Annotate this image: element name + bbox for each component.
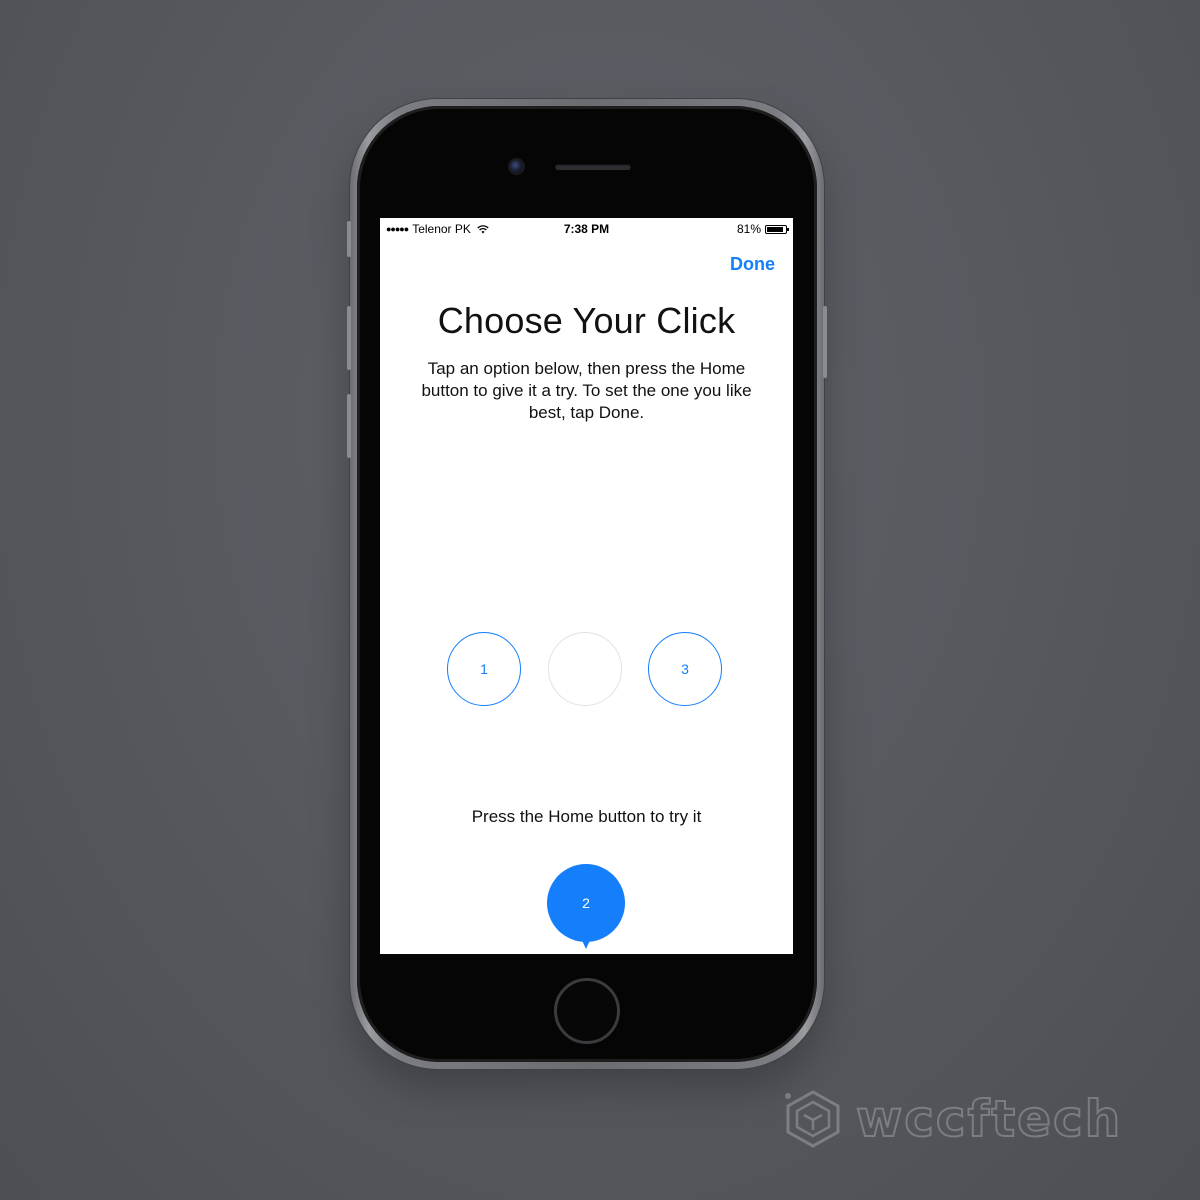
click-option-2[interactable] [548,632,622,706]
status-bar: ●●●●● Telenor PK 7:38 PM 81% [380,218,793,240]
volume-up-button [347,306,351,370]
watermark-text: wccftech [855,1089,1123,1149]
click-option-3[interactable]: 3 [648,632,722,706]
battery-icon [765,224,789,234]
front-camera-icon [510,160,523,173]
battery-percent: 81% [736,222,761,236]
selected-option-bubble: 2 [547,864,625,942]
done-button[interactable]: Done [730,254,775,275]
home-button[interactable] [554,978,620,1044]
bubble-pointer [580,936,592,949]
battery-fill [767,226,784,232]
click-option-1[interactable]: 1 [447,632,521,706]
page-title: Choose Your Click [437,300,736,341]
volume-down-button [347,394,351,458]
phone-screen: ●●●●● Telenor PK 7:38 PM 81% Done Choose… [380,218,793,954]
watermark: wccftech [782,1088,1122,1150]
status-time: 7:38 PM [563,222,610,236]
instructions-text: Tap an option below, then press the Home… [421,359,752,422]
wccftech-logo-icon [785,1090,840,1148]
power-button [823,306,827,378]
try-prompt: Press the Home button to try it [471,807,702,826]
mute-switch [347,221,351,257]
status-right: 81% [736,222,789,236]
earpiece-speaker [555,164,631,170]
battery-tip [787,227,789,231]
